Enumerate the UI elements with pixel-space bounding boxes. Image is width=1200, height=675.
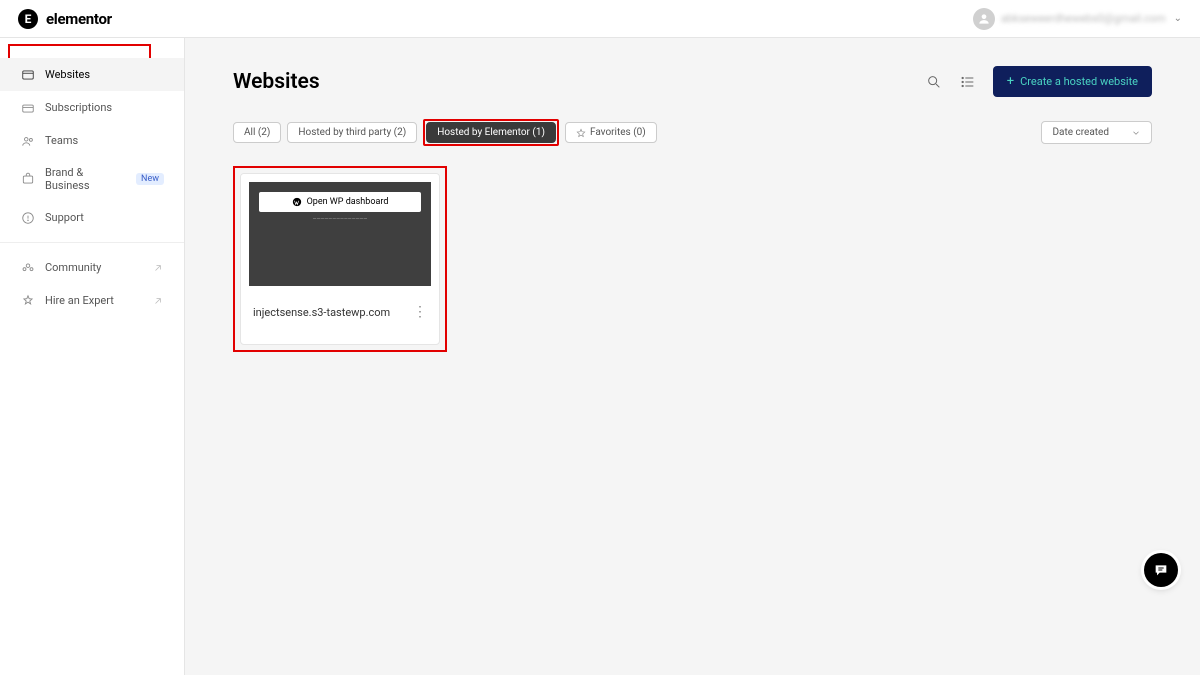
sidebar-item-label: Websites (45, 68, 90, 81)
list-view-button[interactable] (959, 73, 977, 91)
expert-icon (20, 293, 35, 308)
sidebar-item-teams[interactable]: Teams (0, 124, 184, 157)
search-icon (926, 74, 942, 90)
external-link-icon (152, 262, 164, 274)
chat-button[interactable] (1144, 553, 1178, 587)
community-icon (20, 260, 35, 275)
filter-all[interactable]: All (2) (233, 122, 281, 143)
sidebar-item-expert[interactable]: Hire an Expert (0, 284, 184, 317)
sidebar-item-label: Community (45, 261, 101, 274)
new-badge: New (136, 173, 164, 185)
sidebar-item-brand[interactable]: Brand & Business New (0, 157, 184, 201)
preview-subtext: —————————————— (249, 216, 431, 222)
sidebar-item-support[interactable]: Support (0, 201, 184, 234)
filter-elementor[interactable]: Hosted by Elementor (1) (426, 122, 556, 143)
sidebar-item-label: Brand & Business (45, 166, 126, 192)
external-link-icon (152, 295, 164, 307)
logo[interactable]: E elementor (18, 9, 112, 29)
user-email: abkseweerdhewebs0@gmail.com (1001, 12, 1166, 25)
filter-favorites[interactable]: Favorites (0) (565, 122, 657, 143)
avatar (973, 8, 995, 30)
filter-chips: All (2) Hosted by third party (2) Hosted… (233, 119, 657, 146)
wordpress-icon (292, 197, 302, 207)
star-icon (576, 128, 586, 138)
sidebar-item-community[interactable]: Community (0, 251, 184, 284)
brand-icon (20, 172, 35, 187)
websites-icon (20, 67, 35, 82)
highlight-card: Open WP dashboard —————————————— injects… (233, 166, 447, 352)
list-icon (960, 74, 976, 90)
teams-icon (20, 133, 35, 148)
logo-text: elementor (46, 10, 112, 28)
plus-icon: + (1007, 74, 1014, 89)
sidebar-item-subscriptions[interactable]: Subscriptions (0, 91, 184, 124)
sidebar: Websites Subscriptions Teams Brand & Bus… (0, 38, 185, 675)
sidebar-item-label: Teams (45, 134, 78, 147)
chevron-down-icon (1131, 128, 1141, 138)
site-url: injectsense.s3-tastewp.com (253, 306, 390, 319)
card-menu-button[interactable]: ⋮ (413, 304, 427, 320)
sidebar-item-label: Hire an Expert (45, 294, 114, 307)
create-button-label: Create a hosted website (1020, 75, 1138, 88)
sidebar-item-label: Subscriptions (45, 101, 112, 114)
website-card[interactable]: Open WP dashboard —————————————— injects… (240, 173, 440, 345)
sort-label: Date created (1052, 127, 1109, 138)
open-wp-dashboard-button[interactable]: Open WP dashboard (259, 192, 421, 212)
topbar: E elementor abkseweerdhewebs0@gmail.com … (0, 0, 1200, 38)
site-preview: Open WP dashboard —————————————— (241, 174, 439, 294)
sort-dropdown[interactable]: Date created (1041, 121, 1152, 144)
highlight-filter: Hosted by Elementor (1) (423, 119, 559, 146)
page-title: Websites (233, 70, 320, 94)
support-icon (20, 210, 35, 225)
main-content: Websites + Create a hosted website All (… (185, 38, 1200, 675)
wp-button-label: Open WP dashboard (307, 197, 389, 207)
sidebar-item-label: Support (45, 211, 84, 224)
chevron-down-icon: ⌄ (1174, 13, 1182, 24)
filter-favorites-label: Favorites (0) (590, 127, 646, 138)
subscriptions-icon (20, 100, 35, 115)
search-button[interactable] (925, 73, 943, 91)
chat-icon (1153, 562, 1169, 578)
logo-icon: E (18, 9, 38, 29)
user-menu[interactable]: abkseweerdhewebs0@gmail.com ⌄ (973, 8, 1182, 30)
create-website-button[interactable]: + Create a hosted website (993, 66, 1152, 97)
sidebar-item-websites[interactable]: Websites (0, 58, 184, 91)
filter-third-party[interactable]: Hosted by third party (2) (287, 122, 417, 143)
